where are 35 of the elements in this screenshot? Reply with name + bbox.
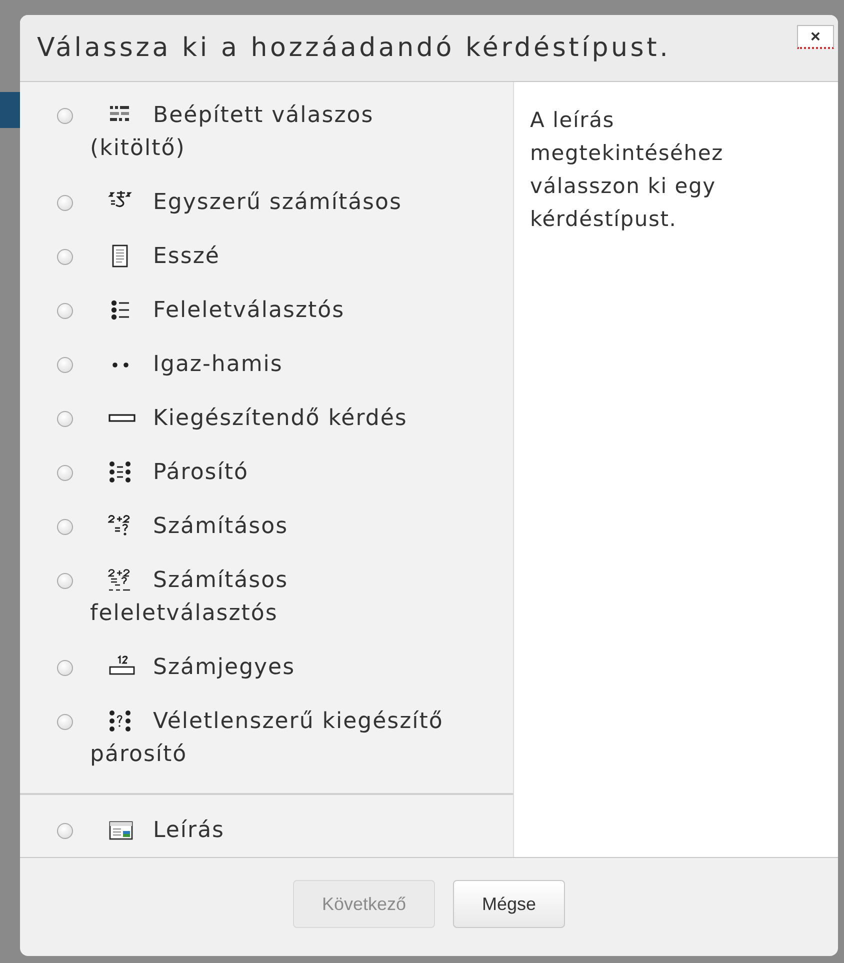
background-strip: [0, 92, 20, 128]
radio-button[interactable]: [57, 660, 73, 676]
radio-button[interactable]: [57, 823, 73, 840]
radio-button[interactable]: [57, 573, 73, 590]
blanks-icon: [108, 103, 132, 124]
question-type-label[interactable]: Véletlenszerű kiegészítő párosító: [90, 704, 463, 771]
dialog-title: Válassza ki a hozzáadandó kérdéstípust.: [37, 33, 671, 64]
radio-button[interactable]: [57, 195, 73, 212]
question-type-label[interactable]: Számjegyes: [90, 650, 463, 684]
question-type-label[interactable]: Beépített válaszos (kitöltő): [90, 98, 463, 165]
radio-button[interactable]: [57, 249, 73, 266]
radio-button[interactable]: [57, 411, 73, 428]
question-type-label[interactable]: Feleletválasztós: [90, 294, 463, 327]
radio-button[interactable]: [57, 303, 73, 320]
two-dots-icon: [112, 362, 129, 368]
radio-button[interactable]: [57, 357, 73, 374]
question-type-label[interactable]: Leírás: [90, 814, 463, 847]
question-type-label[interactable]: Esszé: [90, 240, 463, 273]
question-type-label[interactable]: Párosító: [90, 456, 463, 489]
math-icon: [108, 514, 132, 538]
question-type-label[interactable]: Egyszerű számításos: [90, 186, 463, 219]
question-type-label[interactable]: Kiegészítendő kérdés: [90, 402, 463, 435]
matching-dots-icon: [108, 460, 132, 484]
random-match-icon: [108, 709, 132, 734]
question-type-label[interactable]: Számításos feleletválasztós: [90, 564, 463, 630]
radio-button[interactable]: [57, 108, 73, 124]
radio-button[interactable]: [57, 714, 73, 730]
question-type-label[interactable]: Számításos: [90, 510, 463, 543]
cancel-button[interactable]: Mégse: [453, 880, 566, 928]
close-button[interactable]: ×: [797, 25, 834, 49]
question-type-label[interactable]: Igaz-hamis: [90, 348, 463, 381]
radio-button[interactable]: [57, 519, 73, 536]
math-list-icon: [108, 568, 132, 592]
description-text: A leírás megtekintéséhez válasszon ki egy kérdéstípust.: [530, 107, 724, 234]
radio-button[interactable]: [57, 465, 73, 482]
